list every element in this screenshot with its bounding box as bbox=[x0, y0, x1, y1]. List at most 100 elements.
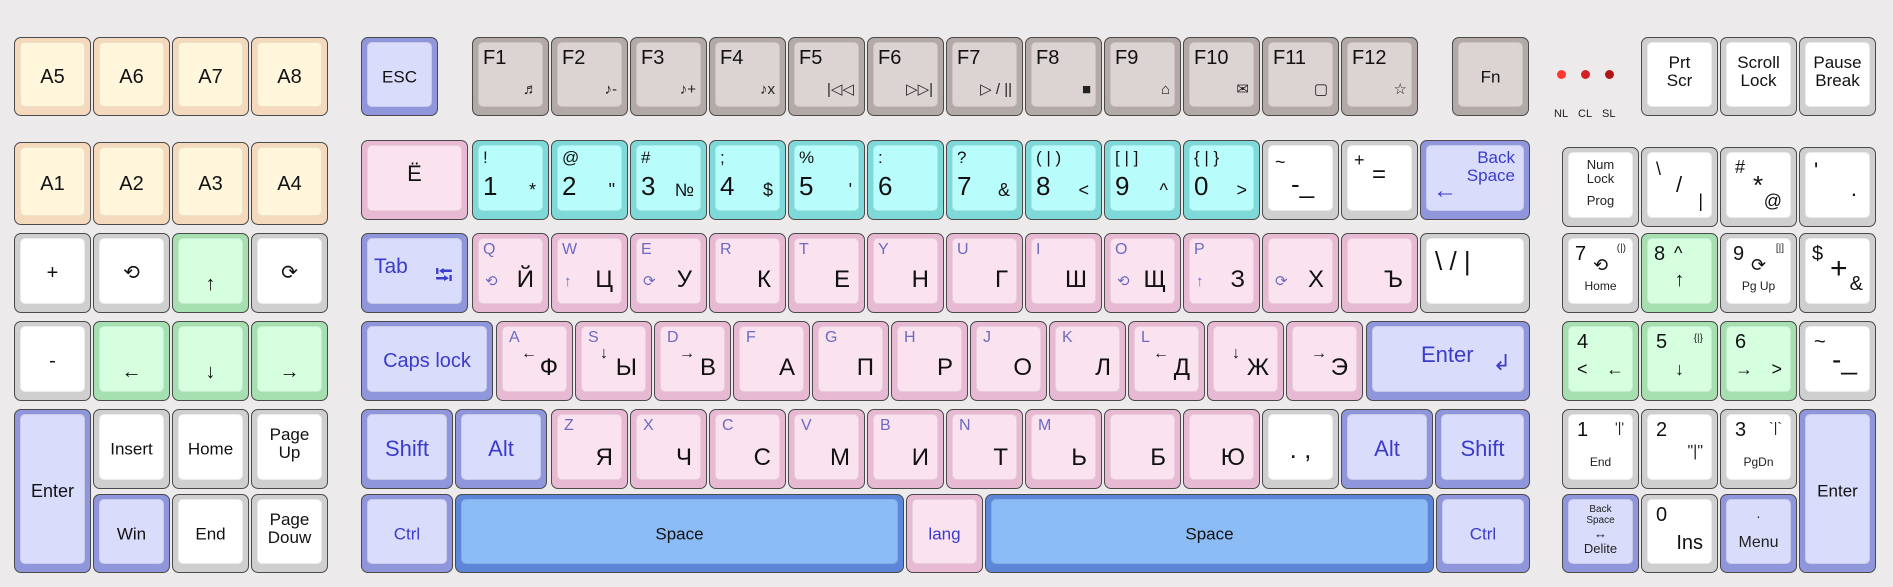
key-s[interactable]: S Ы ↓ bbox=[575, 321, 652, 401]
key-equals[interactable]: + = bbox=[1341, 140, 1418, 220]
key-v[interactable]: VМ bbox=[788, 409, 865, 489]
key-minus[interactable]: - bbox=[14, 321, 91, 401]
key-numpad-star[interactable]: # * @ bbox=[1720, 147, 1797, 227]
key-space-left[interactable]: Space bbox=[455, 494, 904, 573]
key-period[interactable]: . , bbox=[1262, 409, 1339, 489]
key-a7[interactable]: A7 bbox=[172, 37, 249, 116]
key-cyr-11[interactable]: Ъ bbox=[1341, 233, 1418, 313]
key-up[interactable]: ↑ bbox=[172, 233, 249, 313]
key-digit-6[interactable]: :6 bbox=[867, 140, 944, 220]
key-win[interactable]: Win bbox=[93, 494, 170, 573]
key-down[interactable]: ↓ bbox=[172, 321, 249, 401]
key-pause[interactable]: Pause Break bbox=[1799, 37, 1876, 116]
key-f2[interactable]: F2 ♪- bbox=[551, 37, 628, 116]
key-h[interactable]: HР bbox=[891, 321, 968, 401]
key-b[interactable]: BИ bbox=[867, 409, 944, 489]
key-f7[interactable]: F7 ▷ / || bbox=[946, 37, 1023, 116]
key-g[interactable]: GП bbox=[812, 321, 889, 401]
key-z[interactable]: ZЯ bbox=[551, 409, 628, 489]
key-printscreen[interactable]: Prt Scr bbox=[1641, 37, 1718, 116]
key-i[interactable]: IШ bbox=[1025, 233, 1102, 313]
key-a2[interactable]: A2 bbox=[93, 142, 170, 225]
key-home[interactable]: Home bbox=[172, 409, 249, 489]
key-f[interactable]: FА bbox=[733, 321, 810, 401]
key-tab[interactable]: Tab ⭾ bbox=[361, 233, 468, 313]
key-numpad-6[interactable]: 6 → > bbox=[1720, 321, 1797, 401]
key-f10[interactable]: F10 ✉ bbox=[1183, 37, 1260, 116]
key-c[interactable]: CС bbox=[709, 409, 786, 489]
key-right[interactable]: → bbox=[251, 321, 328, 401]
key-numpad-3[interactable]: 3 `|` PgDn bbox=[1720, 409, 1797, 489]
key-backspace-delete[interactable]: Back Space ↔ Delite bbox=[1562, 494, 1639, 573]
key-numlock[interactable]: Num Lock Prog bbox=[1562, 147, 1639, 227]
key-a8[interactable]: A8 bbox=[251, 37, 328, 116]
key-r[interactable]: RК bbox=[709, 233, 786, 313]
key-alt-right[interactable]: Alt bbox=[1341, 409, 1433, 489]
key-capslock[interactable]: Caps lock bbox=[361, 321, 493, 401]
key-f5[interactable]: F5 |◁◁ bbox=[788, 37, 865, 116]
key-d[interactable]: D В → bbox=[654, 321, 731, 401]
key-digit-4[interactable]: ; 4 $ bbox=[709, 140, 786, 220]
key-backslash[interactable]: \ / | bbox=[1420, 233, 1530, 313]
key-f3[interactable]: F3 ♪+ bbox=[630, 37, 707, 116]
key-k[interactable]: KЛ bbox=[1049, 321, 1126, 401]
key-numpad-0[interactable]: 0 Ins bbox=[1641, 494, 1718, 573]
key-t[interactable]: TЕ bbox=[788, 233, 865, 313]
key-o[interactable]: O Щ ⟲ bbox=[1104, 233, 1181, 313]
key-shift-left[interactable]: Shift bbox=[361, 409, 453, 489]
key-q[interactable]: Q Й ⟲ bbox=[472, 233, 549, 313]
key-enter[interactable]: Enter ↲ bbox=[1366, 321, 1530, 401]
key-menu[interactable]: · Menu bbox=[1720, 494, 1797, 573]
key-u[interactable]: UГ bbox=[946, 233, 1023, 313]
key-numpad-4[interactable]: 4 < ← bbox=[1562, 321, 1639, 401]
key-numpad-quote[interactable]: '. bbox=[1799, 147, 1876, 227]
key-digit-1[interactable]: ! 1 * bbox=[472, 140, 549, 220]
key-numpad-9[interactable]: 9 [|] ⟳ Pg Up bbox=[1720, 233, 1797, 313]
key-a6[interactable]: A6 bbox=[93, 37, 170, 116]
key-f4[interactable]: F4 ♪x bbox=[709, 37, 786, 116]
key-redo[interactable]: ⟳ bbox=[251, 233, 328, 313]
key-f8[interactable]: F8 ■ bbox=[1025, 37, 1102, 116]
key-j[interactable]: JО bbox=[970, 321, 1047, 401]
key-f9[interactable]: F9 ⌂ bbox=[1104, 37, 1181, 116]
key-digit-3[interactable]: #3 № bbox=[630, 140, 707, 220]
key-plus[interactable]: + bbox=[14, 233, 91, 313]
key-f6[interactable]: F6 ▷▷| bbox=[867, 37, 944, 116]
key-scrolllock[interactable]: Scroll Lock bbox=[1720, 37, 1797, 116]
key-esc[interactable]: ESC bbox=[361, 37, 438, 116]
key-a5[interactable]: A5 bbox=[14, 37, 91, 116]
key-insert[interactable]: Insert bbox=[93, 409, 170, 489]
key-w[interactable]: W Ц ↑ bbox=[551, 233, 628, 313]
key-e[interactable]: E У ⟳ bbox=[630, 233, 707, 313]
key-numpad-2[interactable]: 2 "|" bbox=[1641, 409, 1718, 489]
key-numpad-slash[interactable]: \ / | bbox=[1641, 147, 1718, 227]
key-yo[interactable]: Ё bbox=[361, 140, 468, 220]
key-left[interactable]: ← bbox=[93, 321, 170, 401]
key-f1[interactable]: F1 ♬ bbox=[472, 37, 549, 116]
key-a3[interactable]: A3 bbox=[172, 142, 249, 225]
key-numpad-plus[interactable]: $ + & bbox=[1799, 233, 1876, 313]
key-numpad-minus[interactable]: ~ -_ bbox=[1799, 321, 1876, 401]
key-numpad-enter[interactable]: Enter bbox=[1799, 409, 1876, 573]
key-p[interactable]: P З ↑ bbox=[1183, 233, 1260, 313]
key-cyr-9[interactable]: Ж ↓ bbox=[1207, 321, 1284, 401]
key-cyr-10[interactable]: Х ⟳ bbox=[1262, 233, 1339, 313]
key-tilde[interactable]: ~ -_ bbox=[1262, 140, 1339, 220]
key-enter-left[interactable]: Enter bbox=[14, 409, 91, 573]
key-m[interactable]: MЬ bbox=[1025, 409, 1102, 489]
key-undo[interactable]: ⟲ bbox=[93, 233, 170, 313]
key-a[interactable]: A Ф ← bbox=[496, 321, 573, 401]
key-cyr-7[interactable]: Б bbox=[1104, 409, 1181, 489]
key-lang[interactable]: lang bbox=[906, 494, 983, 573]
key-digit-8[interactable]: ( | ) 8 < bbox=[1025, 140, 1102, 220]
key-a4[interactable]: A4 bbox=[251, 142, 328, 225]
key-f12[interactable]: F12 ☆ bbox=[1341, 37, 1418, 116]
key-digit-2[interactable]: @2 " bbox=[551, 140, 628, 220]
key-a1[interactable]: A1 bbox=[14, 142, 91, 225]
key-fn[interactable]: Fn bbox=[1452, 37, 1529, 116]
key-x[interactable]: XЧ bbox=[630, 409, 707, 489]
key-numpad-8[interactable]: 8 ^ ↑ bbox=[1641, 233, 1718, 313]
key-l[interactable]: L Д ← bbox=[1128, 321, 1205, 401]
key-cyr-10[interactable]: Э → bbox=[1286, 321, 1363, 401]
key-f11[interactable]: F11 ▢ bbox=[1262, 37, 1339, 116]
